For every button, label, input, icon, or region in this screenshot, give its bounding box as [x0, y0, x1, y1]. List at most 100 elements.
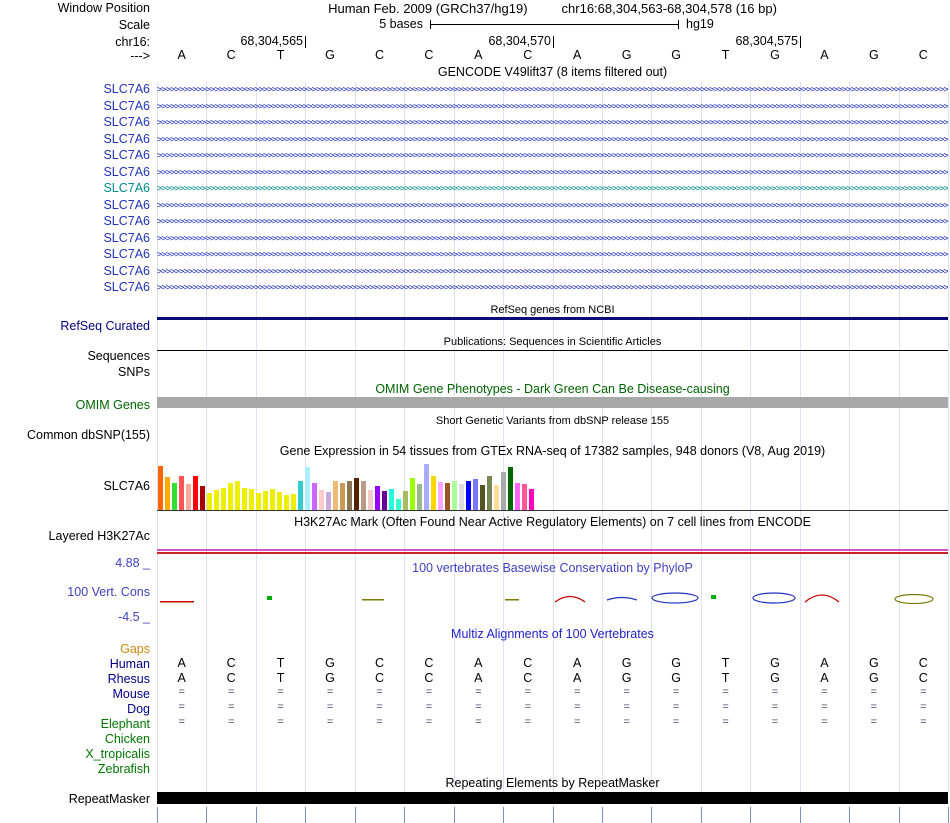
gtex-tissue-bar[interactable]	[501, 472, 506, 510]
gtex-tissue-bar[interactable]	[473, 479, 478, 510]
h3k27ac-signal-line[interactable]	[157, 549, 948, 551]
gtex-tissue-bar[interactable]	[249, 489, 254, 510]
gtex-tissue-bar[interactable]	[438, 482, 443, 510]
gencode-gene-model[interactable]: >>>>>>>>>>>>>>>>>>>>>>>>>>>>>>>>>>>>>>>>…	[157, 83, 948, 97]
gtex-tissue-bar[interactable]	[200, 486, 205, 510]
gencode-gene-label[interactable]: SLC7A6	[0, 215, 150, 228]
multiz-species-label[interactable]: Zebrafish	[0, 763, 150, 776]
gencode-gene-model[interactable]: >>>>>>>>>>>>>>>>>>>>>>>>>>>>>>>>>>>>>>>>…	[157, 248, 948, 262]
gencode-gene-label[interactable]: SLC7A6	[0, 149, 150, 162]
gtex-tissue-bar[interactable]	[263, 491, 268, 510]
gtex-tissue-bar[interactable]	[207, 493, 212, 510]
multiz-species-label[interactable]: Dog	[0, 703, 150, 716]
refseq-track-bar[interactable]	[157, 317, 948, 320]
gtex-tissue-bar[interactable]	[235, 481, 240, 510]
gtex-tissue-bar[interactable]	[410, 478, 415, 510]
gtex-tissue-bar[interactable]	[494, 485, 499, 510]
gtex-tissue-bar[interactable]	[515, 483, 520, 510]
gencode-gene-label[interactable]: SLC7A6	[0, 199, 150, 212]
gtex-tissue-bar[interactable]	[452, 481, 457, 510]
conservation-track-label[interactable]: 100 Vert. Cons	[0, 586, 150, 599]
multiz-species-label[interactable]: Rhesus	[0, 673, 150, 686]
gencode-gene-label[interactable]: SLC7A6	[0, 100, 150, 113]
gtex-tissue-bar[interactable]	[375, 486, 380, 510]
gtex-tissue-bar[interactable]	[424, 464, 429, 510]
gtex-tissue-bar[interactable]	[340, 483, 345, 510]
gtex-tissue-bar[interactable]	[347, 481, 352, 510]
gencode-gene-model[interactable]: >>>>>>>>>>>>>>>>>>>>>>>>>>>>>>>>>>>>>>>>…	[157, 281, 948, 295]
gencode-gene-model[interactable]: >>>>>>>>>>>>>>>>>>>>>>>>>>>>>>>>>>>>>>>>…	[157, 116, 948, 130]
gencode-gene-model[interactable]: >>>>>>>>>>>>>>>>>>>>>>>>>>>>>>>>>>>>>>>>…	[157, 166, 948, 180]
h3k27ac-signal-line[interactable]	[157, 552, 948, 554]
gtex-tissue-bar[interactable]	[256, 493, 261, 510]
repeatmasker-track-label[interactable]: RepeatMasker	[0, 793, 150, 806]
multiz-species-label[interactable]: X_tropicalis	[0, 748, 150, 761]
refseq-track-label[interactable]: RefSeq Curated	[0, 320, 150, 333]
gtex-tissue-bar[interactable]	[403, 491, 408, 510]
gtex-tissue-bar[interactable]	[529, 489, 534, 510]
conservation-track[interactable]	[157, 580, 948, 616]
h3k27ac-track-label[interactable]: Layered H3K27Ac	[0, 530, 150, 543]
publications-track-bar[interactable]	[157, 350, 948, 351]
gencode-gene-model[interactable]: >>>>>>>>>>>>>>>>>>>>>>>>>>>>>>>>>>>>>>>>…	[157, 133, 948, 147]
gencode-gene-label[interactable]: SLC7A6	[0, 281, 150, 294]
gencode-gene-model[interactable]: >>>>>>>>>>>>>>>>>>>>>>>>>>>>>>>>>>>>>>>>…	[157, 215, 948, 229]
gtex-tissue-bar[interactable]	[431, 476, 436, 510]
gtex-tissue-bar[interactable]	[221, 488, 226, 510]
gencode-gene-model[interactable]: >>>>>>>>>>>>>>>>>>>>>>>>>>>>>>>>>>>>>>>>…	[157, 265, 948, 279]
gencode-gene-model[interactable]: >>>>>>>>>>>>>>>>>>>>>>>>>>>>>>>>>>>>>>>>…	[157, 149, 948, 163]
gencode-gene-label[interactable]: SLC7A6	[0, 232, 150, 245]
multiz-species-label[interactable]: Elephant	[0, 718, 150, 731]
gtex-tissue-bar[interactable]	[165, 477, 170, 510]
omim-genes-track-bar[interactable]	[157, 397, 948, 408]
gencode-gene-model[interactable]: >>>>>>>>>>>>>>>>>>>>>>>>>>>>>>>>>>>>>>>>…	[157, 182, 948, 196]
omim-track-label[interactable]: OMIM Genes	[0, 399, 150, 412]
gencode-gene-model[interactable]: >>>>>>>>>>>>>>>>>>>>>>>>>>>>>>>>>>>>>>>>…	[157, 199, 948, 213]
multiz-species-label[interactable]: Human	[0, 658, 150, 671]
gtex-tissue-bar[interactable]	[487, 476, 492, 510]
gtex-tissue-bar[interactable]	[291, 494, 296, 510]
gtex-tissue-bar[interactable]	[214, 490, 219, 510]
multiz-species-label[interactable]: Chicken	[0, 733, 150, 746]
gtex-tissue-bar[interactable]	[333, 481, 338, 510]
gencode-gene-label[interactable]: SLC7A6	[0, 133, 150, 146]
gencode-gene-label[interactable]: SLC7A6	[0, 166, 150, 179]
snps-track-label[interactable]: SNPs	[0, 366, 150, 379]
gtex-tissue-bar[interactable]	[382, 491, 387, 510]
gencode-gene-label[interactable]: SLC7A6	[0, 248, 150, 261]
gtex-tissue-bar[interactable]	[480, 485, 485, 510]
gtex-tissue-bar[interactable]	[445, 483, 450, 510]
gencode-gene-label[interactable]: SLC7A6	[0, 182, 150, 195]
gtex-tissue-bar[interactable]	[305, 467, 310, 510]
gtex-tissue-bar[interactable]	[277, 492, 282, 510]
sequences-track-label[interactable]: Sequences	[0, 350, 150, 363]
gencode-gene-model[interactable]: >>>>>>>>>>>>>>>>>>>>>>>>>>>>>>>>>>>>>>>>…	[157, 232, 948, 246]
gtex-tissue-bar[interactable]	[228, 483, 233, 510]
gtex-tissue-bar[interactable]	[284, 495, 289, 510]
gtex-bar-chart[interactable]	[157, 462, 948, 510]
gtex-tissue-bar[interactable]	[466, 481, 471, 510]
gencode-gene-model[interactable]: >>>>>>>>>>>>>>>>>>>>>>>>>>>>>>>>>>>>>>>>…	[157, 100, 948, 114]
gtex-tissue-bar[interactable]	[186, 484, 191, 510]
gencode-gene-label[interactable]: SLC7A6	[0, 265, 150, 278]
gtex-tissue-bar[interactable]	[270, 489, 275, 510]
gtex-tissue-bar[interactable]	[368, 490, 373, 510]
gtex-tissue-bar[interactable]	[508, 467, 513, 510]
gtex-tissue-bar[interactable]	[417, 484, 422, 510]
gtex-tissue-bar[interactable]	[361, 481, 366, 510]
multiz-species-label[interactable]: Mouse	[0, 688, 150, 701]
gtex-tissue-bar[interactable]	[193, 476, 198, 510]
gtex-track-label[interactable]: SLC7A6	[0, 480, 150, 493]
repeatmasker-track-bar[interactable]	[157, 792, 948, 804]
gencode-gene-label[interactable]: SLC7A6	[0, 83, 150, 96]
gtex-tissue-bar[interactable]	[389, 489, 394, 510]
multiz-species-label[interactable]: Gaps	[0, 643, 150, 656]
gtex-tissue-bar[interactable]	[242, 488, 247, 510]
gtex-tissue-bar[interactable]	[459, 484, 464, 510]
dbsnp-track-label[interactable]: Common dbSNP(155)	[0, 429, 150, 442]
gtex-tissue-bar[interactable]	[326, 492, 331, 510]
gtex-tissue-bar[interactable]	[312, 483, 317, 510]
gtex-tissue-bar[interactable]	[158, 466, 163, 510]
gencode-gene-label[interactable]: SLC7A6	[0, 116, 150, 129]
gtex-tissue-bar[interactable]	[396, 499, 401, 510]
